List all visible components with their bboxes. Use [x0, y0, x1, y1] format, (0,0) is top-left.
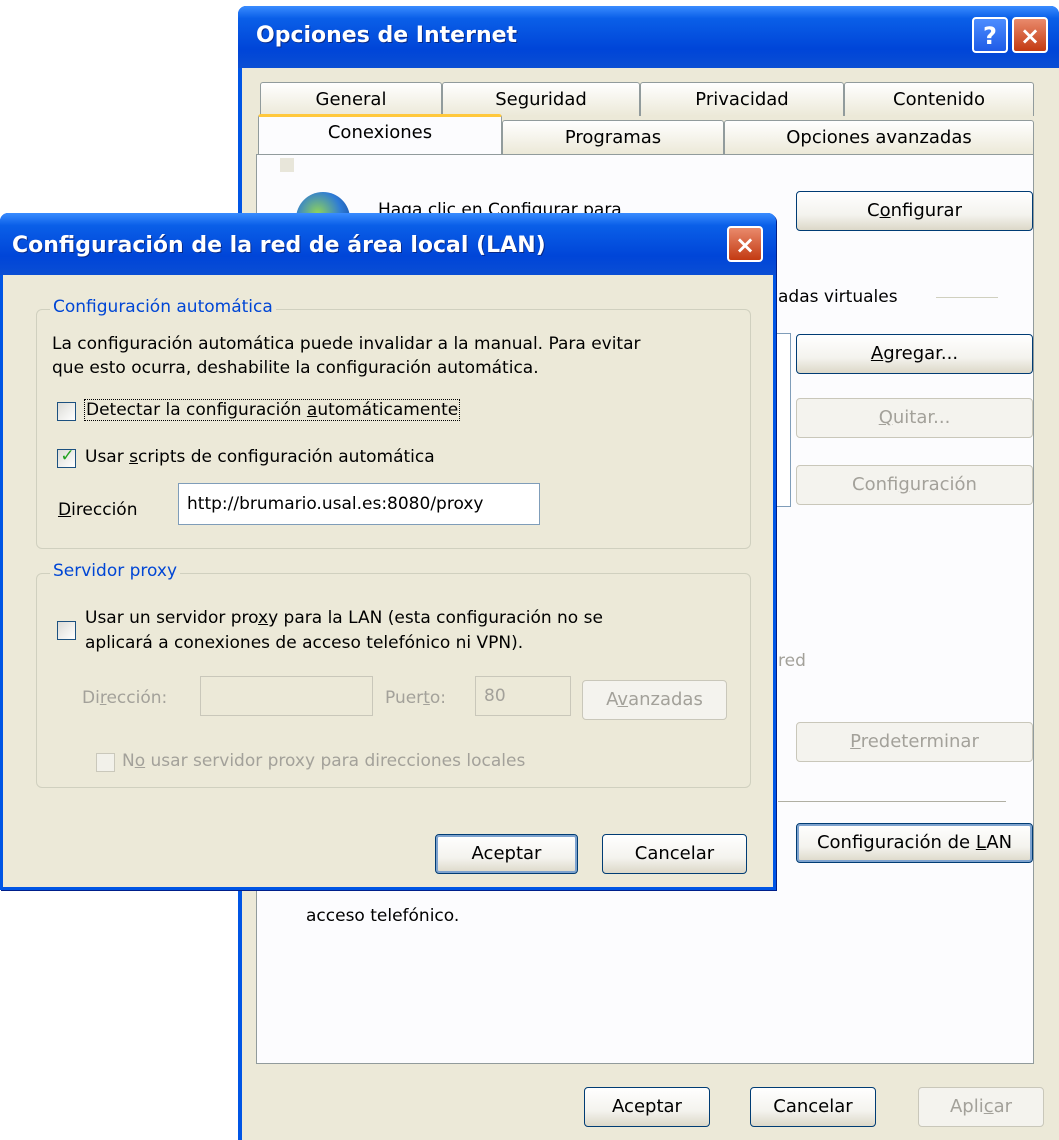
checkmark-icon: ✓ — [60, 446, 75, 466]
predeterminar-button[interactable]: Predeterminar — [796, 722, 1033, 762]
section-divider — [936, 297, 998, 298]
auto-config-description-line2: que esto ocurra, deshabilite la configur… — [52, 358, 539, 378]
help-button[interactable]: ? — [972, 17, 1008, 53]
tab-contenido[interactable]: Contenido — [844, 82, 1034, 116]
proxy-port-label: Puerto: — [385, 688, 446, 708]
tab-privacidad[interactable]: Privacidad — [640, 82, 844, 116]
dialog-title-bar[interactable]: Configuración de la red de área local (L… — [0, 213, 776, 275]
tab-opciones-avanzadas[interactable]: Opciones avanzadas — [724, 120, 1034, 154]
dialog-close-button[interactable]: × — [727, 226, 763, 262]
script-address-input[interactable]: http://brumario.usal.es:8080/proxy — [178, 483, 540, 525]
main-cancel-button[interactable]: Cancelar — [750, 1087, 876, 1127]
configurar-button[interactable]: Configurar — [796, 191, 1033, 231]
footer-text-line2: acceso telefónico. — [306, 906, 460, 926]
small-square-icon — [280, 158, 294, 172]
close-icon: × — [1019, 22, 1041, 50]
auto-config-description-line1: La configuración automática puede invali… — [52, 334, 641, 354]
configuracion-lan-button[interactable]: Configuración de LAN — [796, 823, 1033, 863]
lan-ok-button[interactable]: Aceptar — [435, 834, 578, 874]
tab-general[interactable]: General — [260, 82, 442, 116]
script-address-label: Dirección — [58, 500, 138, 520]
vpn-section-heading: adas virtuales — [778, 287, 898, 307]
proxy-port-input[interactable]: 80 — [475, 676, 571, 716]
use-proxy-label-line1[interactable]: Usar un servidor proxy para la LAN (esta… — [85, 608, 603, 628]
connections-list[interactable] — [776, 333, 791, 507]
proxy-address-input[interactable] — [200, 676, 373, 716]
window-title: Opciones de Internet — [256, 23, 518, 48]
agregar-button[interactable]: Agregar... — [796, 334, 1033, 374]
section-divider — [778, 801, 1006, 802]
close-button[interactable]: × — [1012, 17, 1048, 53]
main-ok-button[interactable]: Aceptar — [584, 1087, 710, 1127]
bypass-local-checkbox[interactable] — [96, 753, 115, 772]
bypass-local-label[interactable]: No usar servidor proxy para direcciones … — [122, 751, 525, 771]
proxy-advanced-button[interactable]: Avanzadas — [582, 680, 727, 720]
auto-script-checkbox[interactable]: ✓ — [57, 446, 76, 468]
detect-settings-checkbox[interactable] — [57, 402, 76, 421]
title-bar[interactable]: Opciones de Internet ? × — [238, 6, 1059, 68]
auto-config-group-title: Configuración automática — [50, 297, 276, 317]
help-icon: ? — [983, 22, 997, 50]
lan-cancel-button[interactable]: Cancelar — [602, 834, 747, 874]
use-proxy-checkbox[interactable] — [57, 621, 76, 640]
proxy-address-label: Dirección: — [82, 688, 168, 708]
quitar-button[interactable]: Quitar... — [796, 398, 1033, 438]
close-icon: × — [734, 231, 756, 259]
detect-settings-label[interactable]: Detectar la configuración automáticament… — [83, 399, 461, 421]
auto-script-label[interactable]: Usar scripts de configuración automática — [85, 447, 435, 467]
configuracion-button[interactable]: Configuración — [796, 465, 1033, 505]
proxy-group-title: Servidor proxy — [50, 561, 181, 581]
lan-settings-dialog: Configuración de la red de área local (L… — [0, 213, 776, 890]
lan-section-partial-text: red — [778, 651, 806, 671]
apply-button[interactable]: Aplicar — [918, 1087, 1044, 1127]
dialog-body: Configuración automática La configuració… — [3, 275, 773, 887]
dialog-title: Configuración de la red de área local (L… — [12, 233, 546, 258]
tab-conexiones[interactable]: Conexiones — [258, 114, 502, 154]
tab-seguridad[interactable]: Seguridad — [442, 82, 640, 116]
use-proxy-label-line2[interactable]: aplicará a conexiones de acceso telefóni… — [85, 633, 523, 653]
tab-programas[interactable]: Programas — [502, 120, 724, 154]
